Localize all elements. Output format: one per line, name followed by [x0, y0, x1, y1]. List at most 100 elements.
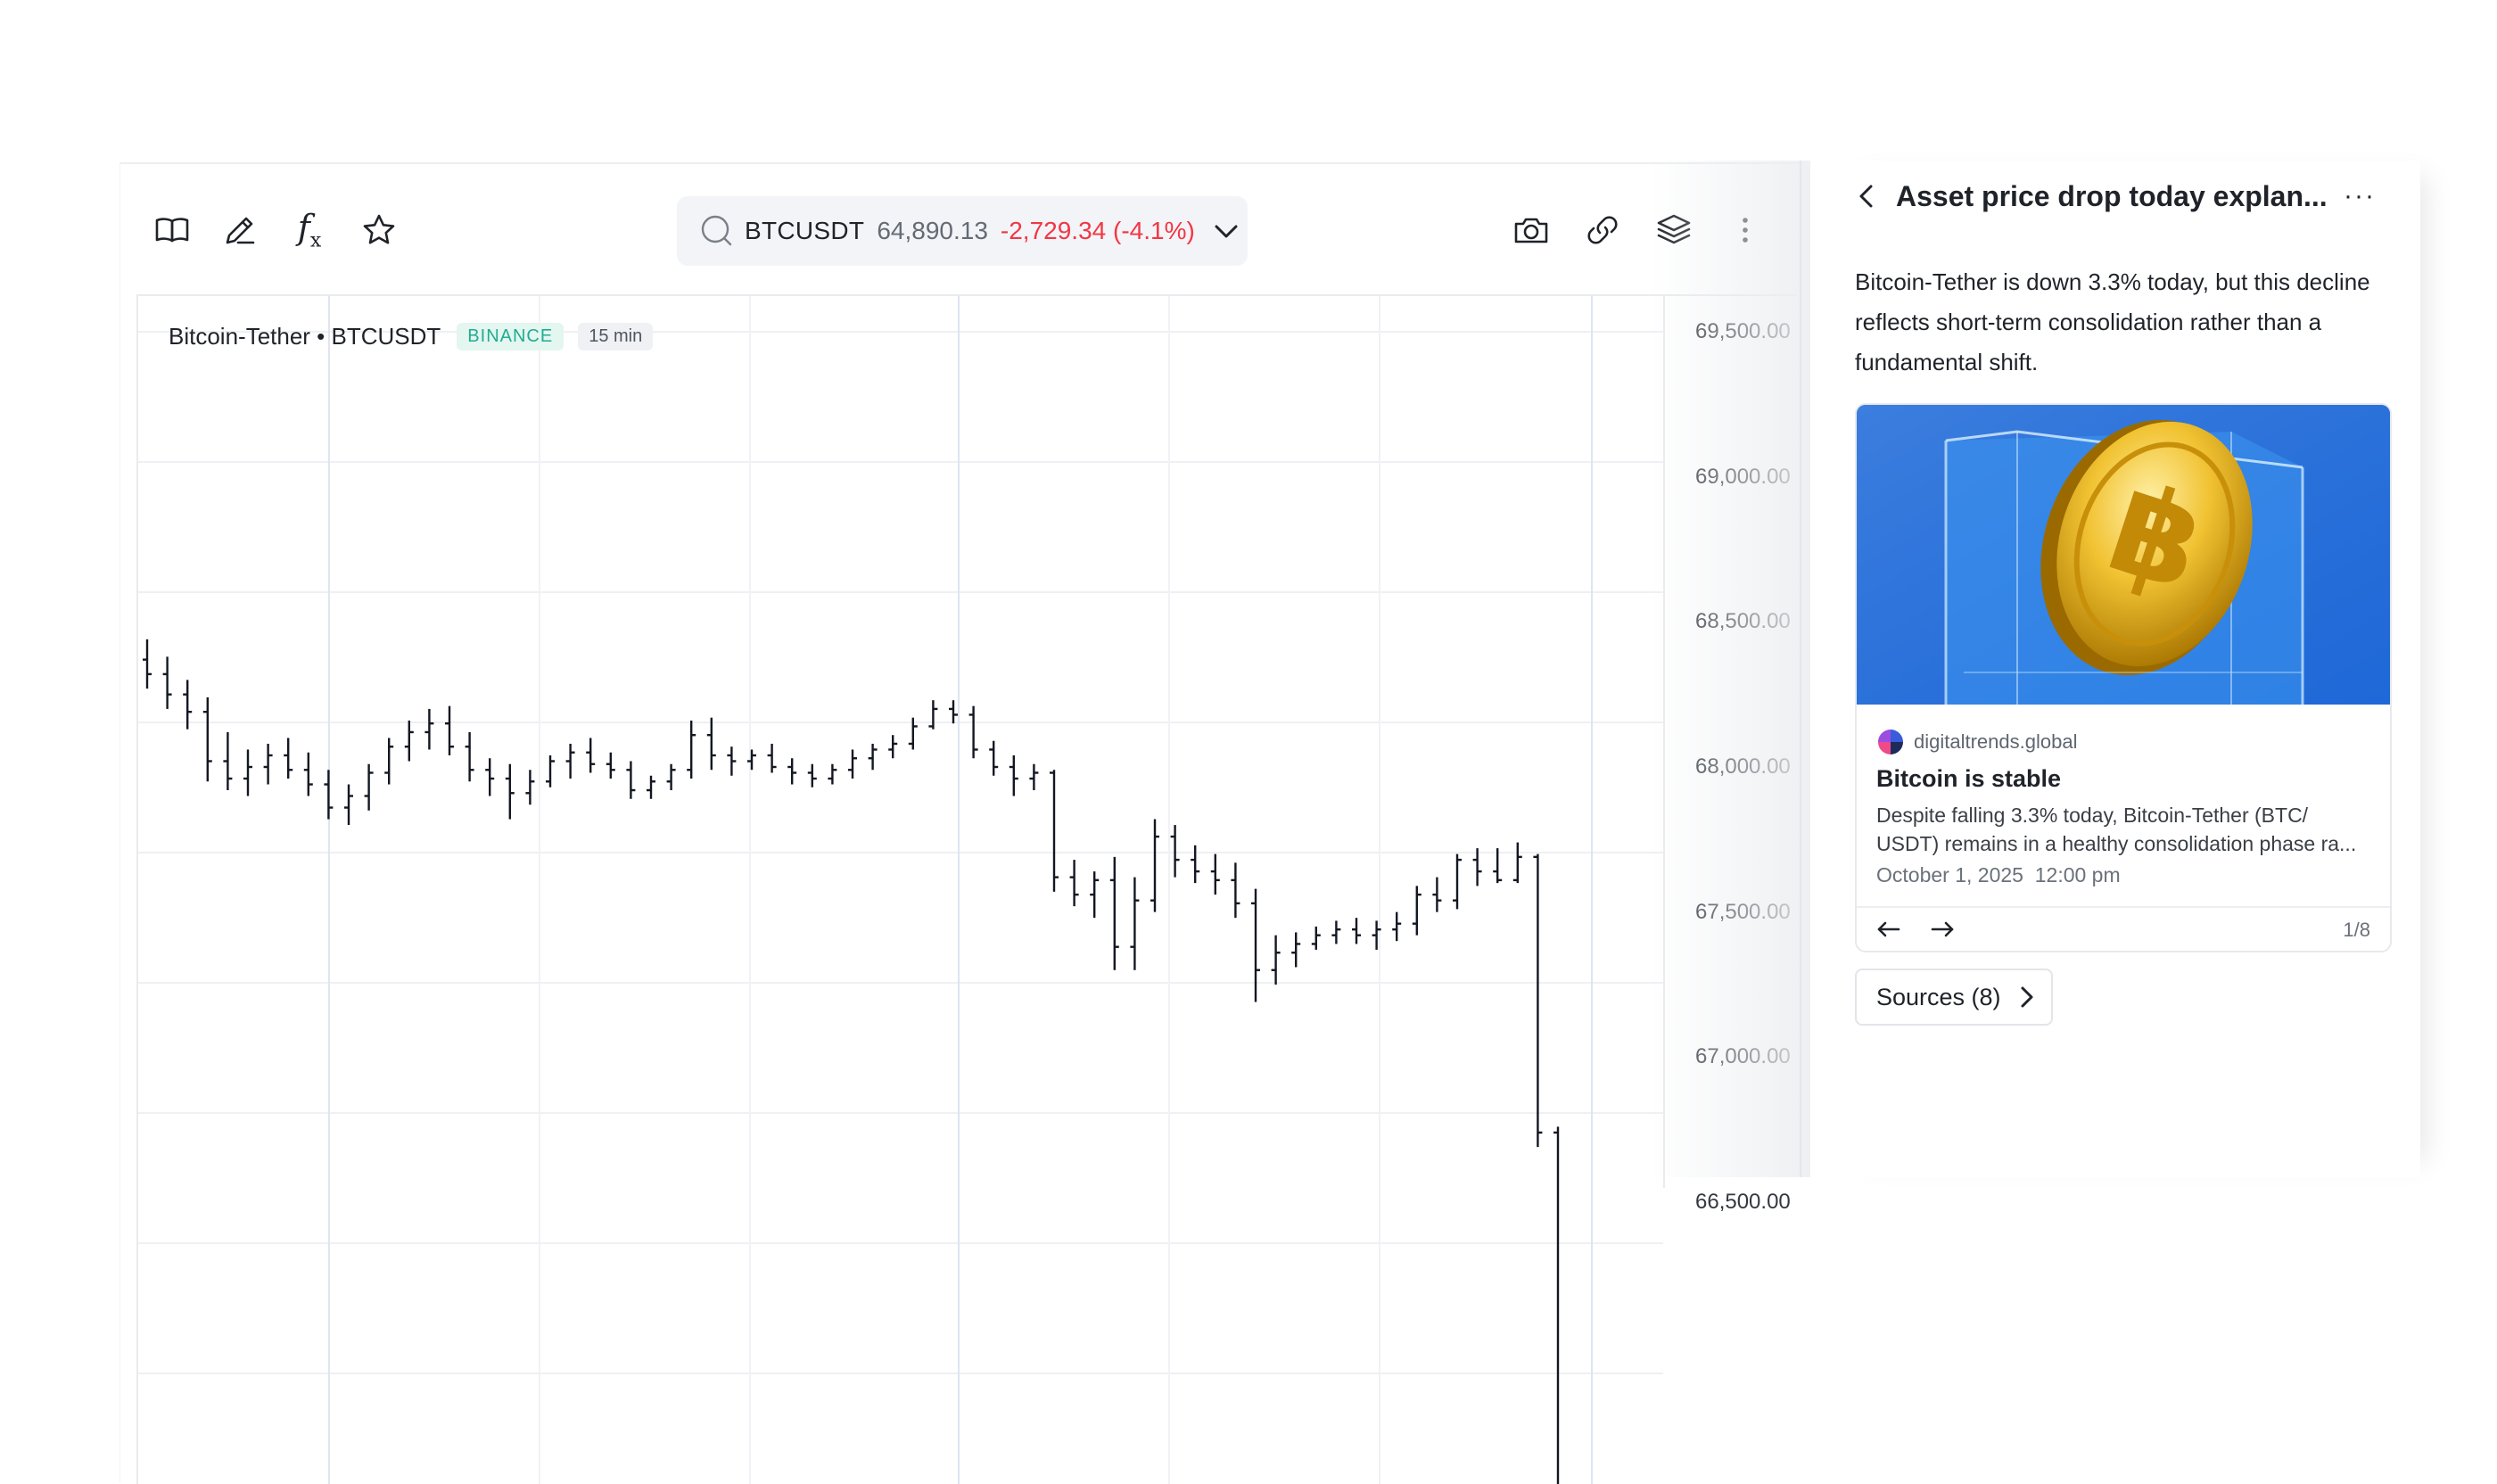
- sources-button[interactable]: Sources (8): [1855, 969, 2053, 1026]
- ohlc-bar: [404, 720, 414, 762]
- ohlc-bar: [968, 705, 978, 759]
- ohlc-bar: [384, 738, 394, 785]
- book-icon[interactable]: [147, 205, 197, 255]
- ohlc-bar: [143, 639, 152, 689]
- ohlc-bar: [1311, 926, 1321, 950]
- chevron-right-icon: [2021, 986, 2033, 1008]
- ohlc-bar: [1109, 856, 1119, 970]
- ohlc-bar: [807, 763, 817, 787]
- ohlc-bar: [1210, 853, 1220, 895]
- ohlc-bar: [1392, 911, 1402, 942]
- ohlc-bar: [1150, 819, 1159, 912]
- card-pager: 1/8: [2343, 919, 2370, 941]
- ohlc-bar: [162, 656, 172, 709]
- news-card-footer: 1/8: [1857, 906, 2390, 951]
- ohlc-bar: [1453, 853, 1462, 910]
- function-label: f: [297, 208, 310, 248]
- ohlc-bar: [565, 743, 575, 779]
- ohlc-bar: [202, 697, 212, 782]
- bitcoin-illustration: ฿: [1857, 405, 2390, 705]
- ohlc-bar: [284, 738, 293, 779]
- chart-legend: Bitcoin-Tether • BTCUSDT BINANCE 15 min: [169, 323, 654, 350]
- chart-plot-area[interactable]: Bitcoin-Tether • BTCUSDT BINANCE 15 min …: [136, 294, 1797, 1484]
- back-button[interactable]: [1850, 178, 1885, 214]
- ohlc-bar: [928, 700, 938, 730]
- ohlc-bar: [243, 749, 252, 796]
- ohlc-bar: [626, 761, 636, 799]
- interval-badge[interactable]: 15 min: [578, 323, 654, 350]
- ohlc-bar: [1331, 920, 1341, 944]
- ohlc-bar: [1231, 862, 1240, 919]
- bitcoin-in-ice-cube-image: ฿: [1857, 405, 2390, 705]
- panel-divider[interactable]: [1800, 161, 1801, 1177]
- ohlc-bar: [888, 735, 898, 759]
- ohlc-bar: [727, 746, 737, 776]
- panel-summary: Bitcoin-Tether is down 3.3% today, but t…: [1855, 268, 2370, 375]
- symbol-ticker: BTCUSDT: [745, 217, 865, 244]
- ohlc-bar: [324, 770, 334, 820]
- news-date-day: October 1, 2025: [1876, 863, 2023, 886]
- news-date-time: 12:00 pm: [2034, 863, 2121, 886]
- ohlc-bar: [747, 749, 756, 771]
- link-icon[interactable]: [1578, 205, 1628, 255]
- ohlc-bar: [1191, 845, 1200, 884]
- legend-symbol-name: Bitcoin-Tether • BTCUSDT: [169, 323, 441, 350]
- function-icon[interactable]: fx: [284, 205, 334, 255]
- ohlc-bar: [485, 758, 495, 796]
- ohlc-bar: [868, 743, 878, 771]
- ohlc-bar: [1291, 932, 1301, 968]
- ohlc-bar: [848, 749, 857, 779]
- arrow-left-icon[interactable]: [1871, 911, 1907, 947]
- ohlc-bar: [1090, 871, 1100, 919]
- symbol-search[interactable]: BTCUSDT 64,890.13 -2,729.34 (-4.1%): [677, 196, 1248, 266]
- chevron-down-icon[interactable]: [1211, 216, 1241, 246]
- camera-icon[interactable]: [1506, 205, 1556, 255]
- ohlc-bar: [706, 717, 716, 771]
- ohlc-bar: [505, 763, 515, 820]
- ohlc-bar: [1069, 860, 1079, 907]
- ohlc-bar: [1271, 935, 1281, 985]
- ohlc-bar: [1009, 754, 1018, 796]
- arrow-right-icon[interactable]: [1924, 911, 1960, 947]
- ohlc-bar: [989, 740, 999, 776]
- ohlc-bar: [767, 743, 777, 773]
- ohlc-bar: [586, 738, 596, 773]
- ohlc-bar: [1352, 918, 1361, 944]
- ohlc-bar: [223, 731, 233, 791]
- ohlc-bar: [1432, 877, 1442, 912]
- ohlc-bar: [1029, 763, 1039, 791]
- ohlc-bar: [525, 770, 535, 805]
- news-date: October 1, 2025 12:00 pm: [1876, 863, 2121, 887]
- ohlc-bar: [1170, 825, 1180, 878]
- ohlc-bar: [364, 763, 374, 811]
- pencil-icon[interactable]: [215, 205, 265, 255]
- ohlc-bar: [303, 752, 313, 796]
- ohlc-bar: [465, 731, 474, 782]
- ohlc-bar: [1130, 877, 1140, 970]
- news-card[interactable]: ฿ digitaltrends.global Bitcoin is stable…: [1855, 403, 2392, 952]
- ohlc-bar: [1412, 886, 1422, 936]
- ohlc-chart: [138, 296, 1663, 1484]
- more-horizontal-icon[interactable]: ···: [2333, 177, 2386, 216]
- ohlc-bar: [647, 775, 655, 799]
- news-excerpt: Despite falling 3.3% today, Bitcoin-Teth…: [1876, 804, 2357, 855]
- exchange-badge: BINANCE: [457, 323, 565, 350]
- star-icon[interactable]: [354, 205, 404, 255]
- explanation-panel: Asset price drop today explan... ··· Bit…: [1826, 161, 2420, 1177]
- ohlc-bar: [687, 720, 696, 779]
- news-source: digitaltrends.global: [1876, 728, 2077, 756]
- ohlc-bar: [666, 763, 676, 791]
- price-axis-label: 66,500.00: [1695, 1190, 1791, 1214]
- ohlc-bar: [1472, 848, 1482, 886]
- ohlc-bar: [787, 758, 797, 785]
- ohlc-bar: [828, 763, 837, 785]
- search-icon: [700, 214, 734, 248]
- ohlc-bar: [1050, 770, 1059, 892]
- ohlc-bar: [1512, 842, 1522, 884]
- symbol-change: -2,729.34 (-4.1%): [1000, 217, 1195, 244]
- function-sub: x: [309, 229, 322, 252]
- panel-title: Asset price drop today explan...: [1896, 180, 2328, 212]
- source-domain: digitaltrends.global: [1914, 730, 2078, 753]
- ohlc-bar: [1251, 888, 1260, 1002]
- chevron-left-icon: [1859, 185, 1873, 208]
